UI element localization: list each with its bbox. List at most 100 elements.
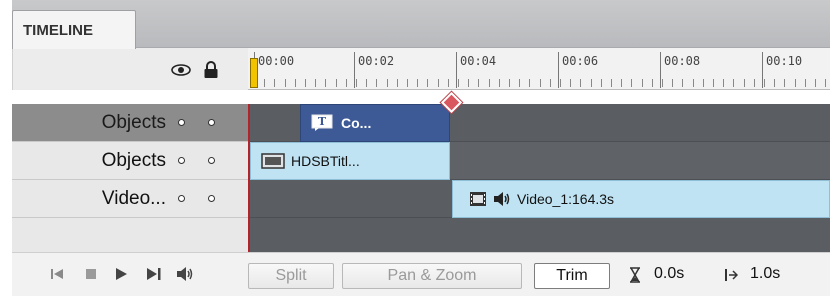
tick-minor (387, 79, 388, 87)
tick-minor (529, 79, 530, 87)
tick-minor (315, 79, 316, 87)
tick-major (354, 52, 355, 88)
start-time-icon (725, 269, 738, 281)
lock-toggle[interactable] (208, 157, 215, 164)
tick-minor (274, 79, 275, 87)
video-clip-label: Video_1:164.3s (517, 191, 615, 207)
tick-minor (642, 79, 643, 87)
track-label-objects-2[interactable]: Objects (12, 142, 248, 180)
tick-minor (672, 79, 673, 87)
marker-strip (248, 90, 830, 104)
caption-clip-label: Co... (341, 115, 372, 131)
tick-major (762, 52, 763, 88)
tick-minor (540, 79, 541, 87)
rewind-to-start-icon[interactable] (50, 267, 64, 281)
track-label-column: Objects Objects Video... (12, 104, 248, 252)
tick-minor (366, 79, 367, 87)
tick-major (660, 52, 661, 88)
track-name: Video... (101, 187, 166, 209)
trim-button[interactable]: Trim (534, 263, 610, 289)
tick-minor (733, 79, 734, 87)
playhead-handle[interactable] (250, 58, 258, 88)
tick-minor (325, 79, 326, 87)
tick-minor (703, 79, 704, 87)
lock-toggle[interactable] (208, 195, 215, 202)
tick-minor (764, 79, 765, 87)
tick-minor (550, 79, 551, 87)
tick-minor (570, 79, 571, 87)
split-button-label: Split (275, 267, 307, 284)
tick-label: 00:00 (258, 54, 295, 68)
pan-zoom-button[interactable]: Pan & Zoom (342, 263, 522, 289)
track-label-objects-1[interactable]: Objects (12, 104, 248, 142)
tick-minor (652, 79, 653, 87)
tick-minor (427, 79, 428, 87)
tick-minor (356, 79, 357, 87)
play-icon[interactable] (114, 267, 128, 281)
next-icon[interactable] (146, 267, 162, 281)
tick-minor (560, 79, 561, 87)
image-icon (261, 153, 285, 169)
tick-minor (407, 79, 408, 87)
tick-minor (519, 79, 520, 87)
tick-major (456, 52, 457, 88)
tick-minor (591, 79, 592, 87)
visibility-toggle[interactable] (178, 195, 185, 202)
tick-minor (285, 79, 286, 87)
image-clip-label: HDSBTitl... (291, 153, 360, 169)
visibility-toggle[interactable] (178, 119, 185, 126)
tick-minor (682, 79, 683, 87)
tick-minor (580, 79, 581, 87)
tick-minor (774, 79, 775, 87)
track-name: Objects (101, 149, 166, 171)
tick-minor (611, 79, 612, 87)
hourglass-icon (630, 267, 640, 283)
start-time-readout: 1.0s (750, 265, 781, 282)
image-clip[interactable]: HDSBTitl... (250, 142, 450, 180)
tick-minor (305, 79, 306, 87)
time-ruler[interactable]: 00:00 00:02 00:04 00:06 00:08 00:10 (248, 48, 830, 90)
tick-minor (805, 79, 806, 87)
svg-text:T: T (318, 115, 327, 128)
tick-label: 00:02 (358, 54, 395, 68)
tick-label: 00:08 (664, 54, 701, 68)
tick-minor (397, 79, 398, 87)
playhead-line (248, 104, 250, 252)
speaker-icon (494, 192, 510, 206)
tab-timeline[interactable]: TIMELINE (12, 10, 136, 49)
tick-minor (458, 79, 459, 87)
visibility-toggle[interactable] (178, 157, 185, 164)
pan-zoom-button-label: Pan & Zoom (387, 267, 477, 284)
tick-minor (713, 79, 714, 87)
tick-minor (489, 79, 490, 87)
tick-minor (754, 79, 755, 87)
tab-timeline-label: TIMELINE (23, 21, 93, 39)
tick-major (558, 52, 559, 88)
video-clip[interactable]: Video_1:164.3s (452, 180, 830, 218)
tick-minor (784, 79, 785, 87)
tick-minor (795, 79, 796, 87)
track-header-toolbar (12, 48, 248, 90)
tick-minor (295, 79, 296, 87)
tick-label: 00:04 (460, 54, 497, 68)
empty-track-area (248, 218, 830, 252)
audio-icon[interactable] (176, 266, 194, 282)
tick-minor (448, 79, 449, 87)
tick-minor (825, 79, 826, 87)
tick-minor (601, 79, 602, 87)
tick-minor (438, 79, 439, 87)
lock-toggle[interactable] (208, 119, 215, 126)
tick-minor (631, 79, 632, 87)
tick-minor (815, 79, 816, 87)
eye-icon[interactable] (171, 64, 191, 76)
lock-icon[interactable] (203, 61, 219, 79)
tick-minor (264, 79, 265, 87)
track-label-video[interactable]: Video... (12, 180, 248, 218)
timeline-panel: TIMELINE 00:00 00:02 00:04 00:06 00:08 0… (0, 0, 830, 296)
tick-minor (417, 79, 418, 87)
caption-clip[interactable]: T Co... (300, 104, 450, 142)
split-button[interactable]: Split (248, 263, 334, 289)
bottom-toolbar: Split Pan & Zoom Trim 0.0s 1.0s (12, 252, 830, 296)
tick-minor (662, 79, 663, 87)
stop-icon[interactable] (84, 267, 98, 281)
